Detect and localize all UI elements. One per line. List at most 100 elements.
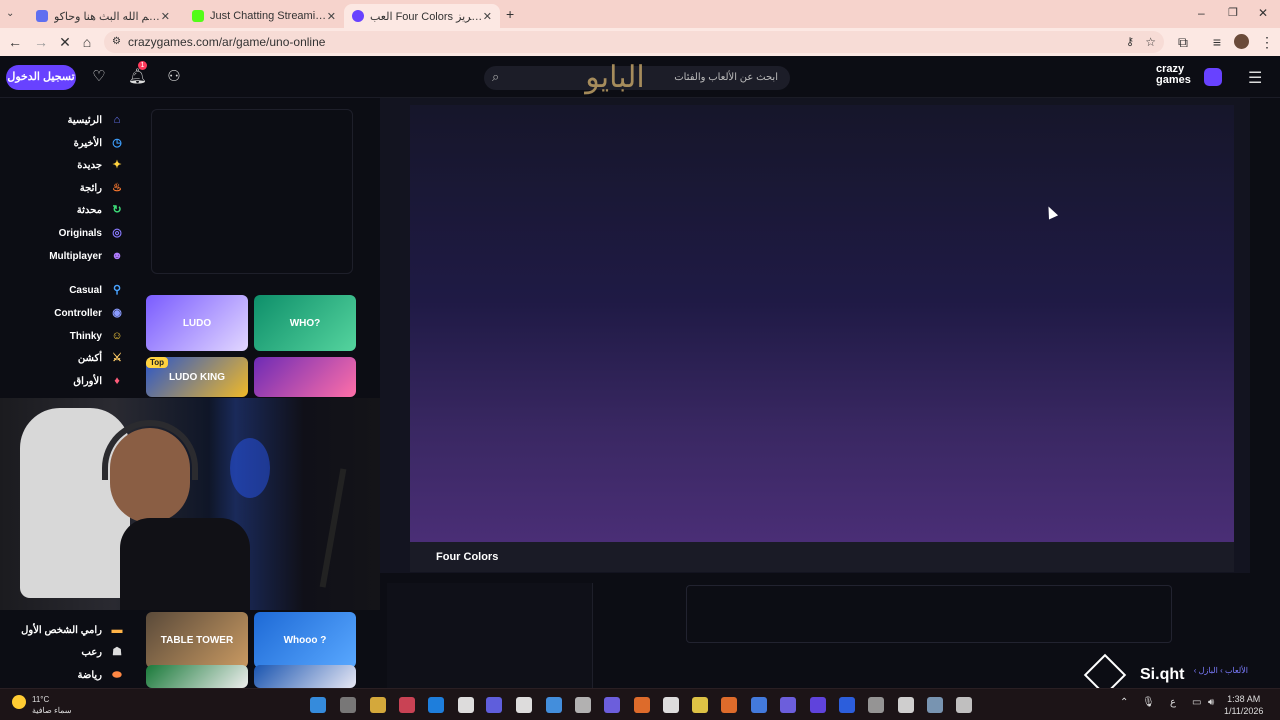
sidebar-item[interactable]: Casual ⚲ xyxy=(0,280,124,300)
extensions-icon[interactable]: ⧉ xyxy=(1174,33,1192,51)
sword-icon: ⚔ xyxy=(112,352,122,364)
taskbar-app-icon[interactable] xyxy=(546,697,562,713)
network-icon[interactable]: ▭ xyxy=(1192,697,1201,708)
taskbar-app-icon[interactable] xyxy=(486,697,502,713)
taskbar-app-icon[interactable] xyxy=(634,697,650,713)
maximize-icon[interactable]: ❐ xyxy=(1228,6,1238,19)
more-menu-icon[interactable]: ⋮ xyxy=(1258,33,1276,51)
close-icon[interactable]: ✕ xyxy=(327,10,336,23)
weather-icon xyxy=(12,695,26,709)
lower-panel xyxy=(387,583,593,688)
taskbar-app-icon[interactable] xyxy=(399,697,415,713)
taskbar-app-icon[interactable] xyxy=(428,697,444,713)
sidebar-item-label: Multiplayer xyxy=(49,250,102,262)
taskbar-app-icon[interactable] xyxy=(310,697,326,713)
crazygames-logo[interactable]: crazy games xyxy=(1156,64,1222,90)
bell-icon[interactable]: 🔔︎ xyxy=(128,68,147,86)
game-thumbnail[interactable]: Whooo ? xyxy=(254,612,356,668)
sidebar-item[interactable]: أكشن ⚔ xyxy=(0,348,124,368)
taskbar-app-icon[interactable] xyxy=(868,697,884,713)
minimize-icon[interactable]: – xyxy=(1198,6,1205,20)
sidebar-item-label: رياضة xyxy=(77,669,102,681)
sidebar-item[interactable]: Thinky ☺ xyxy=(0,326,124,346)
notification-badge: 1 xyxy=(138,61,147,70)
taskbar-app-icon[interactable] xyxy=(575,697,591,713)
back-icon[interactable]: ← xyxy=(6,33,24,51)
browser-tab-bar: ⌄ حياكم الله البث هنا وحاكو (TWRX) ✕ Jus… xyxy=(0,0,1280,28)
home-button-icon[interactable]: ⌂ xyxy=(78,33,96,51)
taskbar-app-icon[interactable] xyxy=(839,697,855,713)
window-close-icon[interactable]: ✕ xyxy=(1258,6,1268,20)
tab-favicon xyxy=(192,10,204,22)
game-canvas[interactable] xyxy=(410,105,1234,542)
password-key-icon[interactable]: ⚷ xyxy=(1126,31,1134,53)
plus-icon[interactable]: + xyxy=(506,6,514,22)
taskbar-app-icon[interactable] xyxy=(604,697,620,713)
sidebar-item[interactable]: رياضة ⬬ xyxy=(0,665,124,685)
system-clock[interactable]: 1:38 AM 1/11/2026 xyxy=(1224,693,1263,717)
taskbar-app-icon[interactable] xyxy=(340,697,356,713)
friends-icon[interactable]: ⚇ xyxy=(165,68,183,86)
language-indicator[interactable]: ع xyxy=(1170,697,1176,708)
login-button[interactable]: تسجيل الدخول xyxy=(6,65,76,90)
overlay-brand-text: Si.qht xyxy=(1140,666,1185,683)
volume-icon[interactable]: 🔊︎ xyxy=(1208,697,1214,708)
game-thumbnail[interactable] xyxy=(146,665,248,688)
taskbar-app-icon[interactable] xyxy=(898,697,914,713)
heart-icon[interactable]: ♡ xyxy=(90,68,108,86)
game-thumbnail[interactable] xyxy=(254,665,356,688)
taskbar-app-icon[interactable] xyxy=(810,697,826,713)
url-input[interactable]: ⚙ crazygames.com/ar/game/uno-online ⚷ ☆ xyxy=(104,31,1164,53)
stop-icon[interactable]: ✕ xyxy=(56,33,74,51)
forward-icon[interactable]: → xyxy=(32,33,50,51)
close-icon[interactable]: ✕ xyxy=(161,10,170,23)
sidebar-item[interactable]: الرئيسية ⌂ xyxy=(0,110,124,130)
joystick-icon: ⚲ xyxy=(112,284,122,296)
site-header: تسجيل الدخول ♡ 🔔︎ 1 ⚇ ⌕ ابحث عن الألعاب … xyxy=(0,56,1280,98)
taskbar-app-icon[interactable] xyxy=(780,697,796,713)
game-thumbnail[interactable]: LUDO xyxy=(146,295,248,351)
taskbar-app-icon[interactable] xyxy=(751,697,767,713)
tab-favicon xyxy=(36,10,48,22)
taskbar-app-icon[interactable] xyxy=(721,697,737,713)
game-thumbnail[interactable]: LUDO KING Top xyxy=(146,357,248,397)
browser-tab-1[interactable]: حياكم الله البث هنا وحاكو (TWRX) ✕ xyxy=(28,4,178,28)
weather-widget[interactable]: 11°C سماء صافية xyxy=(32,694,72,716)
flame-icon: ♨ xyxy=(112,182,122,194)
sidebar-item[interactable]: رامي الشخص الأول ▬ xyxy=(0,620,124,640)
microphone-tray-icon[interactable]: 🎙︎ xyxy=(1142,697,1155,708)
webcam-overlay xyxy=(0,398,380,610)
hamburger-menu-icon[interactable]: ☰ xyxy=(1248,68,1262,88)
taskbar-app-icon[interactable] xyxy=(956,697,972,713)
taskbar-app-icon[interactable] xyxy=(516,697,532,713)
bookmark-star-icon[interactable]: ☆ xyxy=(1145,31,1156,53)
sidebar-item-label: Casual xyxy=(69,284,102,296)
close-icon[interactable]: ✕ xyxy=(483,10,492,23)
taskbar-app-icon[interactable] xyxy=(663,697,679,713)
site-info-icon[interactable]: ⚙ xyxy=(112,31,121,53)
browser-tab-2[interactable]: Just Chatting Streaming - Live ✕ xyxy=(184,4,344,28)
sidebar-item[interactable]: Originals ◎ xyxy=(0,223,124,243)
taskbar-app-icon[interactable] xyxy=(927,697,943,713)
sidebar-item[interactable]: محدثة ↻ xyxy=(0,200,124,220)
taskbar-app-icon[interactable] xyxy=(458,697,474,713)
profile-avatar[interactable] xyxy=(1234,34,1249,49)
taskbar-app-icon[interactable] xyxy=(692,697,708,713)
game-thumbnail[interactable]: TABLE TOWER xyxy=(146,612,248,668)
sidebar-item[interactable]: الأخيرة ◷ xyxy=(0,133,124,153)
tab-list-dropdown[interactable]: ⌄ xyxy=(6,8,14,19)
sidebar-item[interactable]: رعب ☗ xyxy=(0,642,124,662)
sidebar-item[interactable]: الأوراق ♦ xyxy=(0,371,124,391)
browser-tab-3[interactable]: العب Four Colors على كريز ✕ xyxy=(344,4,500,28)
banner-ad-placeholder xyxy=(686,585,1172,643)
taskbar-app-icon[interactable] xyxy=(370,697,386,713)
game-thumbnail[interactable]: WHO? xyxy=(254,295,356,351)
sidebar-item[interactable]: Controller ◉ xyxy=(0,303,124,323)
game-thumbnail[interactable] xyxy=(254,357,356,397)
sidebar-item[interactable]: جديدة ✦ xyxy=(0,155,124,175)
sidebar-item[interactable]: رائجة ♨ xyxy=(0,178,124,198)
tray-chevron-icon[interactable]: ⌃ xyxy=(1120,697,1128,708)
sidepanel-icon[interactable]: ≡ xyxy=(1208,33,1226,51)
sidebar-item[interactable]: Multiplayer ☻ xyxy=(0,246,124,266)
sidebar-item-label: الرئيسية xyxy=(67,114,102,126)
